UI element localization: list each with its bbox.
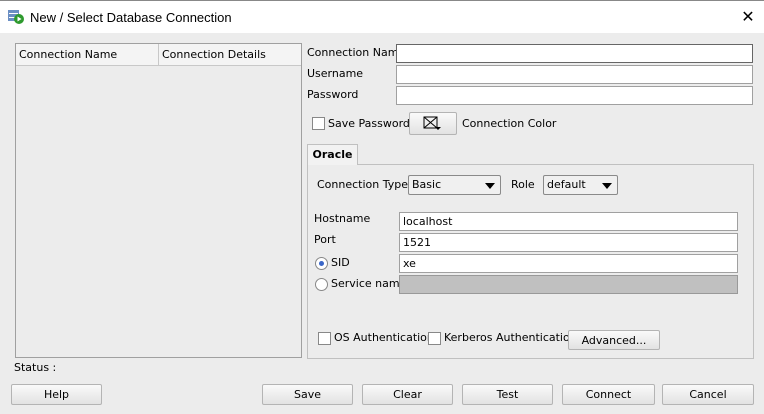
chevron-down-icon [602, 183, 612, 189]
kerberos-authentication-checkbox[interactable] [428, 332, 441, 345]
test-button[interactable]: Test [462, 384, 553, 405]
kerberos-authentication-label: Kerberos Authentication [444, 331, 577, 344]
color-swatch-icon [423, 116, 441, 130]
connection-color-button[interactable] [409, 112, 457, 135]
role-value: default [547, 178, 586, 191]
tab-oracle[interactable]: Oracle [307, 144, 358, 165]
sid-label: SID [331, 256, 350, 269]
column-header-connection-name[interactable]: Connection Name [16, 44, 159, 66]
chevron-down-icon [485, 183, 495, 189]
connection-type-value: Basic [412, 178, 442, 191]
connection-color-label: Connection Color [462, 117, 557, 130]
role-label: Role [511, 178, 535, 191]
hostname-input[interactable]: localhost [399, 212, 738, 231]
service-name-label: Service name [331, 277, 407, 290]
connection-type-label: Connection Type [317, 178, 409, 191]
title-bar: New / Select Database Connection ✕ [0, 0, 764, 33]
os-authentication-checkbox[interactable] [318, 332, 331, 345]
cancel-button[interactable]: Cancel [662, 384, 754, 405]
service-name-radio[interactable] [315, 278, 328, 291]
username-input[interactable] [396, 65, 753, 84]
sid-input[interactable]: xe [399, 254, 738, 273]
window-title: New / Select Database Connection [30, 10, 232, 25]
port-input[interactable]: 1521 [399, 233, 738, 252]
role-select[interactable]: default [543, 175, 618, 195]
username-label: Username [307, 67, 364, 80]
connection-name-input[interactable] [396, 44, 753, 63]
service-name-input[interactable] [399, 275, 738, 294]
connection-list[interactable]: Connection Name Connection Details [15, 43, 302, 358]
close-icon[interactable]: ✕ [738, 7, 758, 27]
advanced-button[interactable]: Advanced... [568, 330, 660, 350]
sid-radio[interactable] [315, 257, 328, 270]
os-authentication-label: OS Authentication [334, 331, 434, 344]
clear-button[interactable]: Clear [362, 384, 453, 405]
status-label: Status : [14, 361, 57, 374]
database-connection-icon [8, 10, 24, 24]
connection-name-label: Connection Name [307, 46, 406, 59]
column-header-connection-details[interactable]: Connection Details [159, 44, 301, 66]
connect-button[interactable]: Connect [562, 384, 655, 405]
port-label: Port [314, 233, 336, 246]
hostname-label: Hostname [314, 212, 371, 225]
password-label: Password [307, 88, 359, 101]
help-button[interactable]: Help [11, 384, 102, 405]
save-password-checkbox[interactable] [312, 117, 325, 130]
save-button[interactable]: Save [262, 384, 353, 405]
connection-type-select[interactable]: Basic [408, 175, 501, 195]
password-input[interactable] [396, 86, 753, 105]
save-password-label: Save Password [328, 117, 410, 130]
